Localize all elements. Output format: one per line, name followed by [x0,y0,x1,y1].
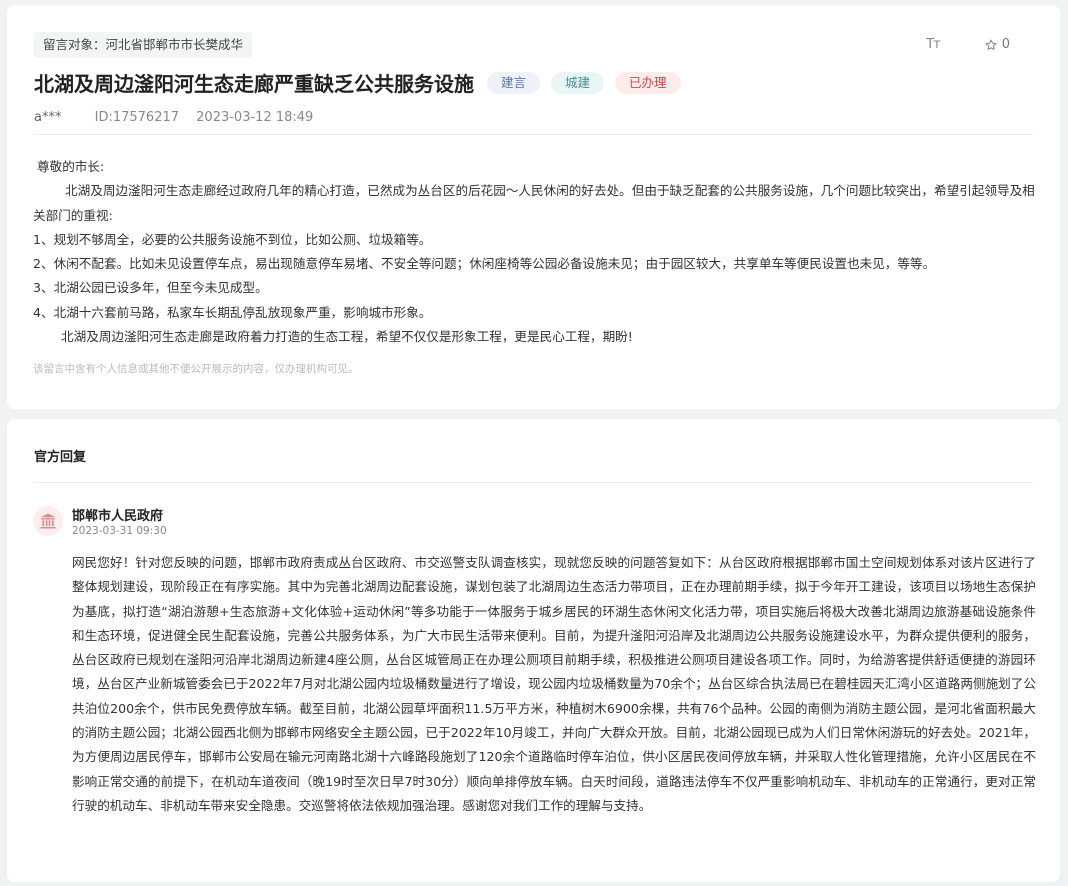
message-datetime: 2023-03-12 18:49 [196,110,314,125]
message-id: ID:17576217 [94,110,180,125]
category-tag: 建言 [487,71,541,94]
building-icon-svg [40,513,56,529]
divider [34,134,1033,135]
type-tag: 城建 [551,71,605,94]
favorite-button[interactable]: 0 [984,37,1010,52]
font-size-button[interactable]: Tт [926,37,940,52]
privacy-notice: 该留言中含有个人信息或其他不便公开展示的内容，仅办理机构可见。 [33,363,359,375]
status-badge: 已办理 [615,71,681,94]
author-name: a*** [34,110,62,125]
message-body: 尊敬的市长: 北湖及周边滏阳河生态走廊经过政府几年的精心打造，已然成为丛台区的后… [33,155,1036,349]
divider [34,482,1033,483]
reply-date: 2023-03-31 09:30 [72,525,167,537]
message-target-tag: 留言对象：河北省邯郸市市长樊成华 [34,32,253,58]
reply-org-name: 邯郸市人民政府 [72,509,164,524]
official-reply-card: 官方回复 邯郸市人民政府 2023-03-31 09:30 网民您好！针对您反映… [7,419,1060,882]
font-size-icon: Tт [926,37,940,52]
body-paragraph: 北湖及周边滏阳河生态走廊经过政府几年的精心打造，已然成为丛台区的后花园～人民休闲… [33,183,1035,223]
government-building-icon [33,506,63,536]
message-card: 留言对象：河北省邯郸市市长樊成华 Tт 0 北湖及周边滏阳河生态走廊严重缺乏公共… [7,5,1060,409]
toolbar: Tт 0 [926,37,1010,52]
title-row: 北湖及周边滏阳河生态走廊严重缺乏公共服务设施 建言 城建 已办理 [34,68,681,97]
body-paragraph: 2、休闲不配套。比如未见设置停车点，易出现随意停车易堵、不安全等问题；休闲座椅等… [33,256,936,272]
favorite-count: 0 [1001,37,1010,52]
reply-content: 网民您好！针对您反映的问题，邯郸市政府责成丛台区政府、市交巡警支队调查核实，现就… [72,555,1036,813]
body-paragraph: 3、北湖公园已设多年，但至今未见成型。 [33,280,268,296]
star-icon [985,39,997,50]
reply-section-title: 官方回复 [34,450,87,465]
body-paragraph: 尊敬的市长: [33,159,105,174]
message-title: 北湖及周边滏阳河生态走廊严重缺乏公共服务设施 [34,72,474,96]
body-paragraph: 1、规划不够周全，必要的公共服务设施不到位，比如公厕、垃圾箱等。 [33,231,432,247]
message-meta: a*** ID:17576217 2023-03-12 18:49 [34,110,313,125]
body-paragraph: 北湖及周边滏阳河生态走廊是政府着力打造的生态工程，希望不仅仅是形象工程，更是民心… [33,329,633,345]
body-paragraph: 4、北湖十六套前马路，私家车长期乱停乱放现象严重，影响城市形象。 [33,304,432,320]
